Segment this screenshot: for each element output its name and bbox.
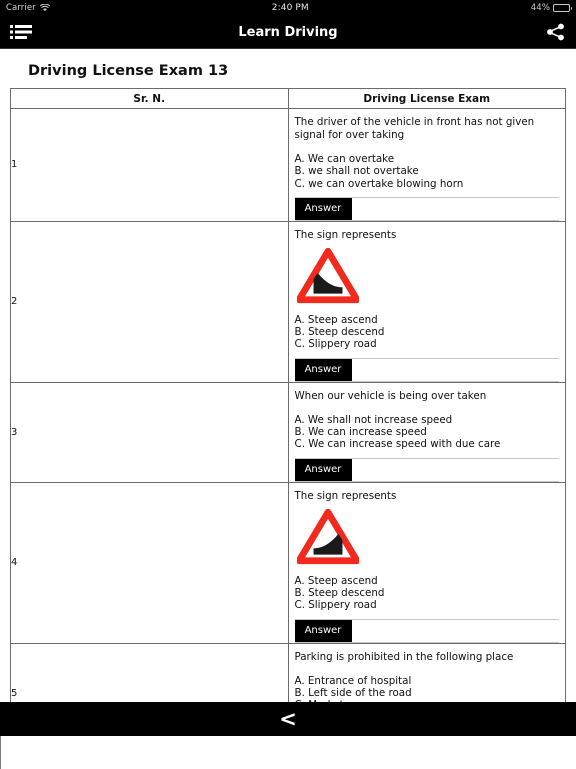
back-chevron-icon[interactable]: < [279,708,297,730]
table-header-row: Sr. N. Driving License Exam [10,88,566,109]
bottom-back-bar[interactable]: < [0,702,576,736]
column-header-sr-no: Sr. N. [10,88,289,109]
exam-table-body: 1 The driver of the vehicle in front has … [10,108,566,702]
option-a[interactable]: A. We can overtake [295,153,560,165]
nav-title: Learn Driving [238,24,338,40]
page-title: Driving License Exam 13 [28,63,229,79]
question-options: A. Steep ascend B. Steep descend C. Slippe… [295,575,560,612]
row-serial-number: 2 [10,220,289,383]
question-options: A. Entrance of hospital B. Left side of t… [295,675,560,702]
answer-display-area [351,619,559,642]
option-c[interactable]: C. we can overtake blowing horn [295,178,560,190]
option-a[interactable]: A. We shall not increase speed [295,414,560,426]
option-a[interactable]: A. Entrance of hospital [295,675,560,687]
row-serial-number: 5 [10,642,289,702]
answer-display-area [351,197,559,220]
option-b[interactable]: B. Steep descend [295,326,560,338]
answer-button[interactable]: Answer [294,619,352,642]
option-c[interactable]: C. Slippery road [295,338,560,350]
share-icon[interactable] [546,23,566,41]
row-serial-number: 3 [10,381,289,483]
column-header-exam: Driving License Exam [287,88,566,109]
exam-table: Sr. N. Driving License Exam 1 The driver … [10,88,566,702]
question-cell: The sign represents A. Steep ascend B. Ste… [287,220,566,383]
answer-button[interactable]: Answer [294,358,352,381]
option-c[interactable]: C. We can increase speed with due care [295,438,560,450]
option-a[interactable]: A. Steep ascend [295,575,560,587]
option-b[interactable]: B. We can increase speed [295,426,560,438]
steep-ascend-warning-sign [295,247,560,310]
battery-percent-label: 44% [530,3,550,13]
answer-row: Answer [294,357,559,382]
table-row: 5 Parking is prohibited in the following … [10,642,566,702]
option-b[interactable]: B. Left side of the road [295,687,560,699]
question-options: A. We shall not increase speed B. We can … [295,414,560,451]
page-content: Driving License Exam 13 Sr. N. Driving L… [0,49,576,702]
table-row: 1 The driver of the vehicle in front has … [10,108,566,222]
status-bar: Carrier 2:40 PM 44% [0,0,576,16]
status-bar-left: Carrier [6,3,50,13]
answer-display-area [351,358,559,381]
question-content: When our vehicle is being over taken A. W… [289,383,566,482]
status-bar-right: 44% [530,3,572,13]
option-a[interactable]: A. Steep ascend [295,314,560,326]
status-bar-time: 2:40 PM [271,3,309,13]
battery-icon [553,4,572,12]
answer-button[interactable]: Answer [294,458,352,481]
wifi-icon [39,3,50,12]
table-row: 2 The sign represents A. Steep ascend B. St… [10,220,566,383]
question-cell: Parking is prohibited in the following p… [287,642,566,702]
answer-button[interactable]: Answer [294,197,352,220]
answer-display-area [351,458,559,481]
question-text: When our vehicle is being over taken [294,389,487,402]
nav-bar: Learn Driving [0,16,576,49]
question-cell: The sign represents A. Steep ascend B. Ste… [287,481,566,644]
question-cell: The driver of the vehicle in front has n… [287,108,566,222]
question-content: Parking is prohibited in the following p… [289,644,566,702]
question-text: The sign represents [294,489,397,502]
question-text: Parking is prohibited in the following p… [294,650,514,663]
question-text: The sign represents [294,228,397,241]
row-serial-number: 1 [10,108,289,222]
option-b[interactable]: B. we shall not overtake [295,165,560,177]
question-text: The driver of the vehicle in front has n… [294,116,535,141]
question-cell: When our vehicle is being over taken A. W… [287,381,566,483]
table-row: 3 When our vehicle is being over taken A. … [10,381,566,483]
answer-row: Answer [294,618,559,643]
steep-descend-warning-sign [295,508,560,571]
answer-row: Answer [294,457,559,482]
row-serial-number: 4 [10,481,289,644]
table-row: 4 The sign represents A. Steep ascend B. St… [10,481,566,644]
carrier-label: Carrier [6,3,36,13]
question-options: A. Steep ascend B. Steep descend C. Slippe… [295,314,560,351]
question-content: The sign represents A. Steep ascend B. Ste… [289,483,566,643]
option-b[interactable]: B. Steep descend [295,587,560,599]
answer-row: Answer [294,196,559,221]
list-menu-icon[interactable] [10,24,32,40]
question-content: The sign represents A. Steep ascend B. Ste… [289,222,566,382]
question-options: A. We can overtake B. we shall not overta… [295,153,560,190]
footer-area [0,736,576,769]
question-content: The driver of the vehicle in front has n… [289,109,566,221]
option-c[interactable]: C. Slippery road [295,599,560,611]
